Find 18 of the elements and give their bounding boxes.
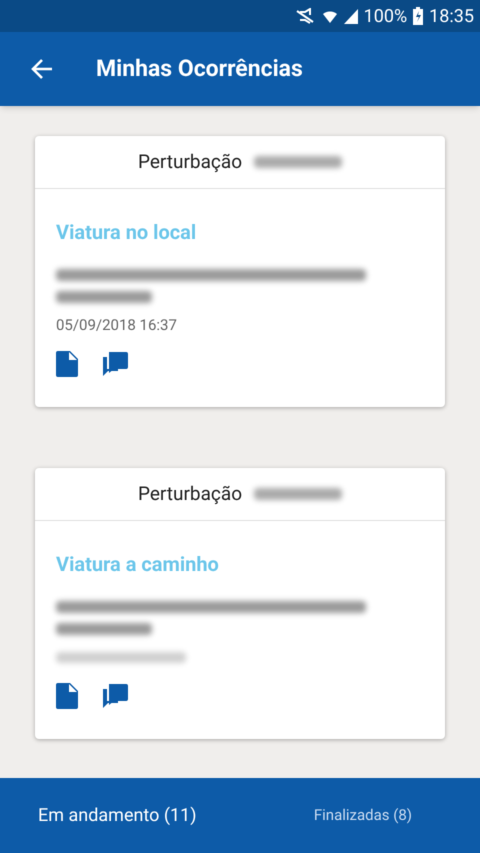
chat-icon[interactable] [102, 351, 128, 377]
document-icon[interactable] [56, 683, 78, 709]
back-arrow-icon[interactable] [31, 58, 53, 80]
battery-charging-icon [413, 7, 424, 25]
document-icon[interactable] [56, 351, 78, 377]
card-title: Perturbação [138, 148, 242, 175]
tab[interactable]: Finalizadas (8) [314, 804, 412, 827]
card-title: Perturbação [138, 480, 242, 507]
chat-icon[interactable] [102, 683, 128, 709]
clock: 18:35 [429, 4, 474, 28]
signal-icon [344, 8, 358, 24]
tab[interactable]: Em andamento (11) [38, 802, 197, 829]
battery-percent: 100% [364, 4, 408, 28]
mute-icon [294, 8, 316, 24]
date-text: 05/09/2018 16:37 [56, 314, 177, 336]
status-text: Viatura a caminho [56, 551, 220, 578]
status-text: Viatura no local [56, 219, 198, 246]
screen-title: Minhas Ocorrências [96, 54, 303, 84]
